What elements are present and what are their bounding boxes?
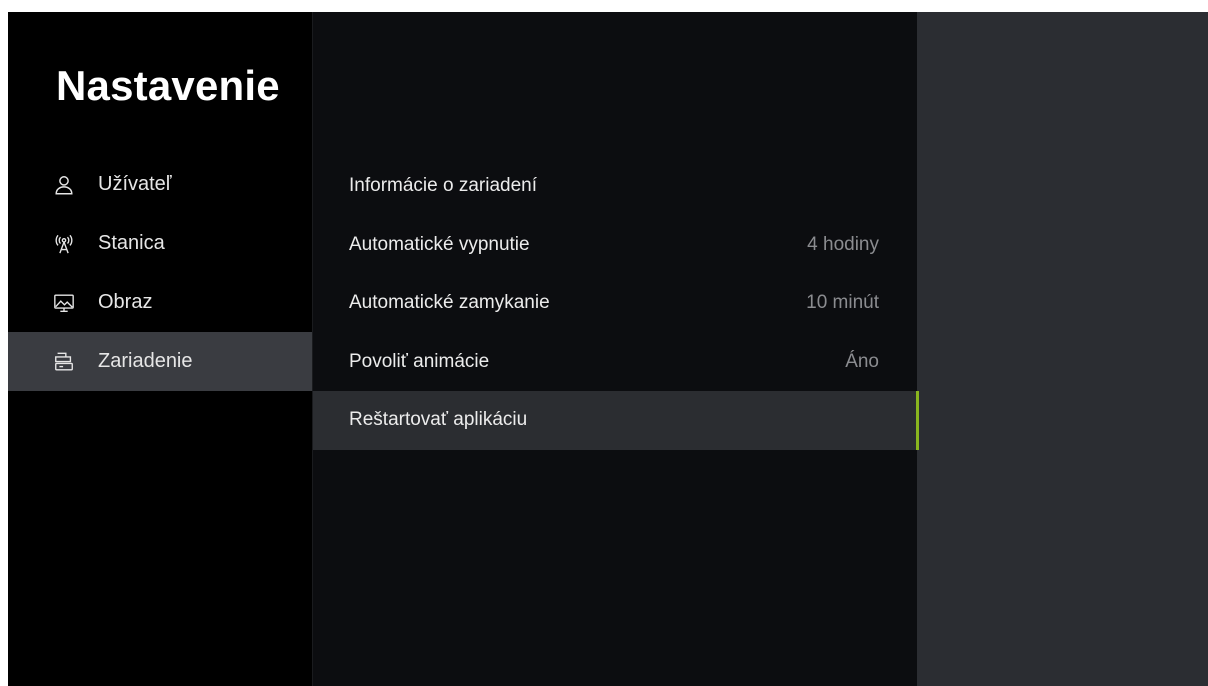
focus-indicator [916,391,919,450]
menu-item-value: Áno [845,350,879,372]
antenna-icon [52,232,76,256]
display-icon [52,291,76,315]
detail-panel [917,12,1208,686]
device-settings-list: Informácie o zariadení Automatické vypnu… [313,157,919,450]
menu-item-value: 10 minút [806,292,879,314]
device-info-item[interactable]: Informácie o zariadení [313,157,917,216]
menu-item-value: 4 hodiny [807,233,879,255]
menu-item-label: Povoliť animácie [349,350,490,372]
settings-content: Informácie o zariadení Automatické vypnu… [312,12,919,686]
sidebar-item-user[interactable]: Užívateľ [8,155,312,214]
animations-item[interactable]: Povoliť animácie Áno [313,333,917,392]
sidebar-item-label: Stanica [98,232,165,254]
device-icon [52,350,76,374]
sidebar-item-label: Obraz [98,291,153,313]
sidebar-item-label: Užívateľ [98,173,172,195]
sidebar-item-label: Zariadenie [98,350,193,372]
settings-screen: Nastavenie Užívateľ Stanica Obraz Zariad… [8,12,1208,686]
sidebar: Nastavenie Užívateľ Stanica Obraz Zariad… [8,12,312,686]
menu-item-label: Reštartovať aplikáciu [349,409,528,431]
menu-item-label: Automatické vypnutie [349,233,530,255]
menu-item-label: Automatické zamykanie [349,292,550,314]
auto-lock-item[interactable]: Automatické zamykanie 10 minút [313,274,917,333]
sidebar-item-station[interactable]: Stanica [8,214,312,273]
menu-item-label: Informácie o zariadení [349,175,537,197]
auto-shutdown-item[interactable]: Automatické vypnutie 4 hodiny [313,216,917,275]
sidebar-item-device[interactable]: Zariadenie [8,332,312,391]
page-title: Nastavenie [56,62,280,109]
sidebar-item-picture[interactable]: Obraz [8,273,312,332]
sidebar-nav: Užívateľ Stanica Obraz Zariadenie [8,155,312,391]
restart-app-item[interactable]: Reštartovať aplikáciu [313,391,919,450]
user-icon [52,173,76,197]
